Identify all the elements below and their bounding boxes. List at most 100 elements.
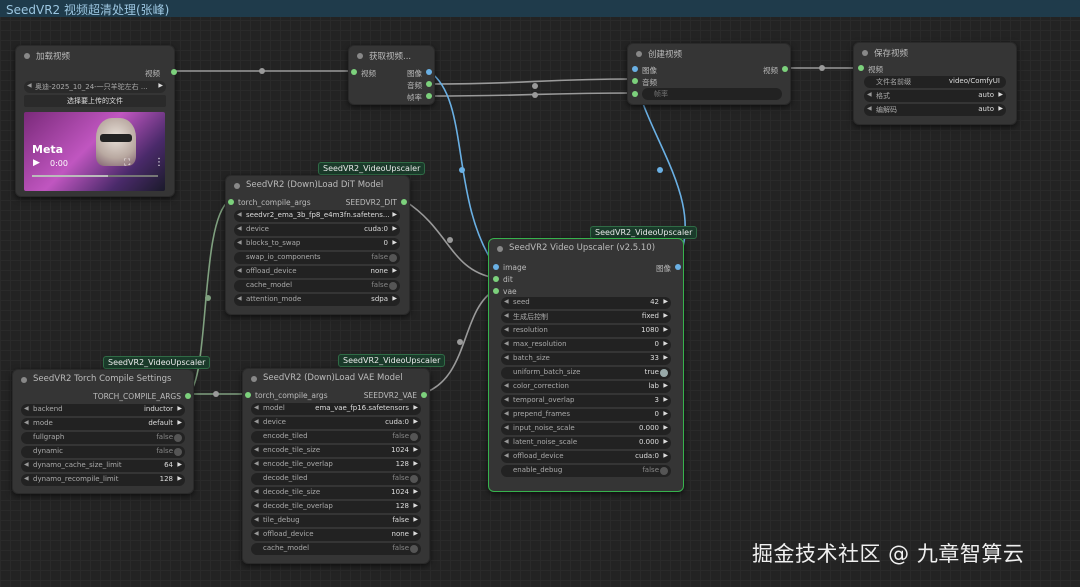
toggle-knob[interactable] xyxy=(174,434,182,442)
left-arrow-icon[interactable]: ◀ xyxy=(504,424,509,431)
latent-noise-scale-field[interactable]: ◀ latent_noise_scale 0.000 ▶ xyxy=(501,437,671,449)
left-arrow-icon[interactable]: ◀ xyxy=(24,419,29,426)
node-collapse-dot[interactable] xyxy=(862,50,868,56)
seek-bar[interactable] xyxy=(32,175,158,177)
right-arrow-icon[interactable]: ▶ xyxy=(413,418,418,425)
right-arrow-icon[interactable]: ▶ xyxy=(392,295,397,302)
right-arrow-icon[interactable]: ▶ xyxy=(998,105,1003,112)
get-video-info-node[interactable]: 获取视频... 视频 图像 音频 帧率 xyxy=(348,45,435,105)
left-arrow-icon[interactable]: ◀ xyxy=(237,267,242,274)
dynamo-cache-size-field[interactable]: ◀ dynamo_cache_size_limit 64 ▶ xyxy=(21,460,185,472)
left-arrow-icon[interactable]: ◀ xyxy=(254,516,259,523)
right-arrow-icon[interactable]: ▶ xyxy=(392,225,397,232)
prepend-frames-field[interactable]: ◀ prepend_frames 0 ▶ xyxy=(501,409,671,421)
left-arrow-icon[interactable]: ◀ xyxy=(867,91,872,98)
right-arrow-icon[interactable]: ▶ xyxy=(392,211,397,218)
filename-prefix-field[interactable]: 文件名前缀 video/ComfyUI xyxy=(864,76,1006,88)
upload-file-button[interactable]: 选择要上传的文件 xyxy=(24,95,166,107)
right-arrow-icon[interactable]: ▶ xyxy=(663,326,668,333)
left-arrow-icon[interactable]: ◀ xyxy=(867,105,872,112)
create-video-node[interactable]: 创建视频 图像 音频 视频 帧率 xyxy=(627,43,791,105)
input-port-fps[interactable] xyxy=(632,91,638,97)
load-video-node[interactable]: 加载视频 视频 ◀ 奥迪-2025_10_24-一只羊驼左右 ... ▶ 选择要… xyxy=(15,45,177,197)
device-combo[interactable]: ◀ device cuda:0 ▶ xyxy=(234,224,400,236)
right-arrow-icon[interactable]: ▶ xyxy=(663,396,668,403)
output-port-fps[interactable] xyxy=(426,93,432,99)
right-arrow-icon[interactable]: ▶ xyxy=(998,91,1003,98)
encode-tile-overlap-field[interactable]: ◀ encode_tile_overlap 128 ▶ xyxy=(251,459,421,471)
left-arrow-icon[interactable]: ◀ xyxy=(254,488,259,495)
right-arrow-icon[interactable]: ▶ xyxy=(663,354,668,361)
input-port-audio[interactable] xyxy=(632,78,638,84)
right-arrow-icon[interactable]: ▶ xyxy=(413,488,418,495)
input-port-image[interactable] xyxy=(493,264,499,270)
decode-tile-size-field[interactable]: ◀ decode_tile_size 1024 ▶ xyxy=(251,487,421,499)
right-arrow-icon[interactable]: ▶ xyxy=(413,530,418,537)
input-port-image[interactable] xyxy=(632,66,638,72)
toggle-knob[interactable] xyxy=(660,369,668,377)
dit-loader-node[interactable]: SeedVR2 (Down)Load DiT Model torch_compi… xyxy=(225,175,410,315)
play-icon[interactable]: ▶ xyxy=(33,158,40,168)
output-port-compile-args[interactable] xyxy=(185,393,191,399)
file-select-combo[interactable]: ◀ 奥迪-2025_10_24-一只羊驼左右 ... ▶ xyxy=(24,81,166,93)
encode-tiled-toggle[interactable]: encode_tiled false xyxy=(251,431,421,443)
input-port-torch-compile[interactable] xyxy=(228,199,234,205)
node-collapse-dot[interactable] xyxy=(251,376,257,382)
node-collapse-dot[interactable] xyxy=(24,53,30,59)
right-arrow-icon[interactable]: ▶ xyxy=(413,516,418,523)
input-port-dit[interactable] xyxy=(493,276,499,282)
toggle-knob[interactable] xyxy=(660,467,668,475)
cache-model-toggle[interactable]: cache_model false xyxy=(234,280,400,292)
input-port-video[interactable] xyxy=(351,69,357,75)
format-combo[interactable]: ◀ 格式 auto ▶ xyxy=(864,90,1006,102)
node-collapse-dot[interactable] xyxy=(234,183,240,189)
fullgraph-toggle[interactable]: fullgraph false xyxy=(21,432,185,444)
backend-combo[interactable]: ◀ backend inductor ▶ xyxy=(21,404,185,416)
video-upscaler-node[interactable]: SeedVR2 Video Upscaler (v2.5.10) image d… xyxy=(488,238,684,492)
decode-tiled-toggle[interactable]: decode_tiled false xyxy=(251,473,421,485)
right-arrow-icon[interactable]: ▶ xyxy=(663,382,668,389)
device-combo[interactable]: ◀ device cuda:0 ▶ xyxy=(251,417,421,429)
offload-device-combo[interactable]: ◀ offload_device none ▶ xyxy=(234,266,400,278)
blocks-to-swap-field[interactable]: ◀ blocks_to_swap 0 ▶ xyxy=(234,238,400,250)
left-arrow-icon[interactable]: ◀ xyxy=(504,298,509,305)
input-port-vae[interactable] xyxy=(493,288,499,294)
left-arrow-icon[interactable]: ◀ xyxy=(254,418,259,425)
right-arrow-icon[interactable]: ▶ xyxy=(413,502,418,509)
max-resolution-field[interactable]: ◀ max_resolution 0 ▶ xyxy=(501,339,671,351)
torch-compile-node[interactable]: SeedVR2 Torch Compile Settings TORCH_COM… xyxy=(12,369,194,494)
codec-combo[interactable]: ◀ 编解码 auto ▶ xyxy=(864,104,1006,116)
left-arrow-icon[interactable]: ◀ xyxy=(254,530,259,537)
fps-field[interactable]: 帧率 xyxy=(642,88,782,100)
left-arrow-icon[interactable]: ◀ xyxy=(254,460,259,467)
batch-size-field[interactable]: ◀ batch_size 33 ▶ xyxy=(501,353,671,365)
attention-mode-combo[interactable]: ◀ attention_mode sdpa ▶ xyxy=(234,294,400,306)
left-arrow-icon[interactable]: ◀ xyxy=(504,354,509,361)
left-arrow-icon[interactable]: ◀ xyxy=(237,239,242,246)
node-collapse-dot[interactable] xyxy=(21,377,27,383)
left-arrow-icon[interactable]: ◀ xyxy=(504,396,509,403)
left-arrow-icon[interactable]: ◀ xyxy=(504,340,509,347)
node-collapse-dot[interactable] xyxy=(497,246,503,252)
right-arrow-icon[interactable]: ▶ xyxy=(392,239,397,246)
uniform-batch-size-toggle[interactable]: uniform_batch_size true xyxy=(501,367,671,379)
right-arrow-icon[interactable]: ▶ xyxy=(413,460,418,467)
temporal-overlap-field[interactable]: ◀ temporal_overlap 3 ▶ xyxy=(501,395,671,407)
fullscreen-icon[interactable]: ⛶ xyxy=(124,158,130,168)
toggle-knob[interactable] xyxy=(410,475,418,483)
video-preview[interactable]: Meta ▶ 0:00 ⛶ ⋮ xyxy=(24,112,165,191)
left-arrow-icon[interactable]: ◀ xyxy=(504,312,509,319)
output-port-video[interactable] xyxy=(171,69,177,75)
output-port-image[interactable] xyxy=(426,69,432,75)
offload-device-combo[interactable]: ◀ offload_device cuda:0 ▶ xyxy=(501,451,671,463)
left-arrow-icon[interactable]: ◀ xyxy=(504,452,509,459)
left-arrow-icon[interactable]: ◀ xyxy=(504,410,509,417)
more-options-icon[interactable]: ⋮ xyxy=(154,157,164,168)
control-after-generate-combo[interactable]: ◀ 生成后控制 fixed ▶ xyxy=(501,311,671,323)
right-arrow-icon[interactable]: ▶ xyxy=(663,312,668,319)
input-port-video[interactable] xyxy=(858,65,864,71)
input-noise-scale-field[interactable]: ◀ input_noise_scale 0.000 ▶ xyxy=(501,423,671,435)
left-arrow-icon[interactable]: ◀ xyxy=(237,295,242,302)
left-arrow-icon[interactable]: ◀ xyxy=(504,326,509,333)
output-port-image[interactable] xyxy=(675,264,681,270)
